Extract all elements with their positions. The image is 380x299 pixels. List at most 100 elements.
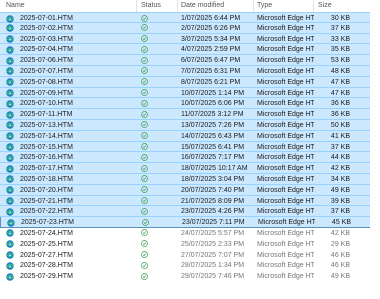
file-size: 46 KB [330, 262, 350, 270]
file-date-modified: 7/07/2025 6:31 PM [181, 67, 241, 75]
synced-check-icon [141, 100, 148, 107]
file-name: 2025-07-08.HTM [20, 78, 73, 86]
file-date-modified: 25/07/2025 2:33 PM [181, 240, 245, 248]
file-name: 2025-07-01.HTM [20, 15, 73, 22]
edge-html-file-icon [6, 251, 14, 259]
file-row[interactable]: 2025-07-15.HTM 15/07/2025 6:41 PM Microsof… [0, 141, 380, 153]
file-size: 50 KB [330, 121, 350, 129]
column-divider[interactable] [313, 0, 314, 12]
file-row[interactable]: 2025-07-21.HTM 21/07/2025 8:09 PM Microsof… [0, 195, 380, 207]
edge-html-file-icon [6, 164, 14, 173]
edge-html-file-icon [6, 262, 14, 270]
edge-html-file-icon [6, 208, 14, 216]
file-name: 2025-07-13.HTM [20, 121, 73, 129]
file-row[interactable]: 2025-07-24.HTM 24/07/2025 5:57 PM Microsof… [0, 228, 380, 239]
file-name: 2025-07-11.HTM [20, 111, 73, 119]
edge-html-file-icon [6, 186, 14, 194]
file-name: 2025-07-21.HTM [20, 197, 73, 205]
file-type: Microsoft Edge HT... [257, 78, 314, 86]
file-type: Microsoft Edge HT... [258, 219, 315, 227]
synced-check-icon [142, 218, 149, 226]
file-date-modified: 28/07/2025 1:34 PM [181, 262, 245, 270]
file-size: 46 KB [330, 251, 350, 259]
file-row[interactable]: 2025-07-16.HTM 16/07/2025 7:17 PM Microsof… [0, 152, 380, 164]
file-date-modified: 1/07/2025 6:44 PM [181, 15, 241, 22]
synced-check-icon [141, 175, 148, 183]
file-row[interactable]: 2025-07-01.HTM 1/07/2025 6:44 PM Microsoft… [0, 12, 380, 23]
file-row[interactable]: 2025-07-11.HTM 11/07/2025 3:12 PM Microsof… [0, 109, 380, 120]
file-type: Microsoft Edge HT... [257, 186, 314, 194]
file-name: 2025-07-23.HTM [21, 219, 74, 227]
file-size: 44 KB [330, 154, 350, 162]
file-row[interactable]: 2025-07-07.HTM 7/07/2025 6:31 PM Microsoft… [0, 65, 380, 77]
edge-html-file-icon [6, 154, 14, 162]
file-row[interactable]: 2025-07-14.HTM 14/07/2025 6:43 PM Microsof… [0, 130, 380, 142]
column-divider[interactable] [136, 0, 137, 12]
synced-check-icon [141, 251, 148, 258]
file-row[interactable]: 2025-07-04.HTM 4/07/2025 2:59 PM Microsoft… [0, 44, 380, 56]
column-size[interactable]: Size [318, 2, 332, 9]
file-name: 2025-07-06.HTM [20, 57, 73, 65]
file-size: 30 KB [330, 15, 350, 22]
synced-check-icon [141, 89, 148, 96]
file-row[interactable]: 2025-07-23.HTM 23/07/2025 7:11 PM Microsof… [0, 217, 380, 228]
file-date-modified: 6/07/2025 6:47 PM [181, 57, 241, 65]
edge-html-file-icon [6, 229, 14, 238]
synced-check-icon [141, 14, 148, 22]
file-type: Microsoft Edge HT... [257, 197, 314, 205]
column-status[interactable]: Status [141, 2, 161, 9]
file-date-modified: 23/07/2025 7:11 PM [182, 219, 245, 227]
edge-html-file-icon [6, 143, 14, 151]
file-row[interactable]: 2025-07-09.HTM 10/07/2025 1:14 PM Microsof… [0, 87, 380, 99]
file-type: Microsoft Edge HT... [257, 165, 314, 173]
file-date-modified: 27/07/2025 7:07 PM [181, 251, 245, 259]
file-row[interactable]: 2025-07-10.HTM 10/07/2025 6:06 PM Microsof… [0, 98, 380, 110]
file-type: Microsoft Edge HT... [257, 262, 314, 270]
file-name: 2025-07-03.HTM [20, 35, 73, 43]
file-row[interactable]: 2025-07-17.HTM 18/07/2025 10:17 AM Microso… [0, 163, 380, 174]
file-size: 49 KB [330, 273, 350, 281]
file-type: Microsoft Edge HT... [257, 143, 314, 151]
file-row[interactable]: 2025-07-13.HTM 13/07/2025 7:26 PM Microsof… [0, 119, 380, 131]
file-date-modified: 18/07/2025 10:17 AM [181, 165, 248, 173]
edge-html-file-icon [6, 272, 14, 281]
synced-check-icon [141, 35, 148, 42]
edge-html-file-icon [6, 121, 14, 130]
file-size: 39 KB [330, 197, 350, 205]
file-name: 2025-07-16.HTM [20, 154, 73, 162]
file-row[interactable]: 2025-07-06.HTM 6/07/2025 6:47 PM Microsoft… [0, 55, 380, 66]
file-row[interactable]: 2025-07-18.HTM 18/07/2025 3:04 PM Microsof… [0, 173, 380, 185]
file-date-modified: 24/07/2025 5:57 PM [181, 229, 245, 237]
file-row[interactable]: 2025-07-29.HTM 29/07/2025 7:46 PM Microsof… [0, 271, 380, 282]
file-row[interactable]: 2025-07-08.HTM 8/07/2025 6:21 PM Microsoft… [0, 76, 380, 88]
file-name: 2025-07-14.HTM [20, 132, 73, 140]
vertical-scrollbar[interactable] [370, 12, 380, 299]
file-row[interactable]: 2025-07-25.HTM 25/07/2025 2:33 PM Microsof… [0, 239, 380, 250]
edge-html-file-icon [6, 132, 14, 141]
file-row[interactable]: 2025-07-27.HTM 27/07/2025 7:07 PM Microsof… [0, 250, 380, 261]
file-row[interactable]: 2025-07-28.HTM 28/07/2025 1:34 PM Microsof… [0, 260, 380, 271]
file-date-modified: 23/07/2025 4:26 PM [181, 208, 245, 216]
column-date-modified[interactable]: Date modified [181, 2, 224, 9]
file-list: 2025-07-01.HTM 1/07/2025 6:44 PM Microsoft… [0, 12, 380, 282]
file-size: 45 KB [331, 219, 351, 227]
column-divider[interactable] [253, 0, 254, 12]
edge-html-file-icon [6, 67, 14, 76]
file-type: Microsoft Edge HT... [257, 35, 314, 43]
file-row[interactable]: 2025-07-03.HTM 3/07/2025 5:34 PM Microsoft… [0, 33, 380, 45]
synced-check-icon [141, 110, 148, 118]
file-size: 47 KB [330, 89, 350, 97]
file-row[interactable]: 2025-07-02.HTM 2/07/2025 6:26 PM Microsoft… [0, 22, 380, 34]
file-size: 49 KB [330, 186, 350, 194]
file-type: Microsoft Edge HT... [257, 175, 314, 183]
column-divider[interactable] [177, 0, 178, 12]
file-size: 42 KB [330, 165, 350, 173]
file-date-modified: 3/07/2025 5:34 PM [181, 35, 241, 43]
file-row[interactable]: 2025-07-22.HTM 23/07/2025 4:26 PM Microsof… [0, 206, 380, 218]
file-row[interactable]: 2025-07-20.HTM 20/07/2025 7:40 PM Microsof… [0, 184, 380, 196]
column-name[interactable]: Name [6, 2, 25, 9]
column-type[interactable]: Type [257, 2, 272, 9]
file-name: 2025-07-10.HTM [20, 100, 73, 108]
edge-html-file-icon [6, 240, 14, 248]
synced-check-icon [141, 240, 148, 248]
